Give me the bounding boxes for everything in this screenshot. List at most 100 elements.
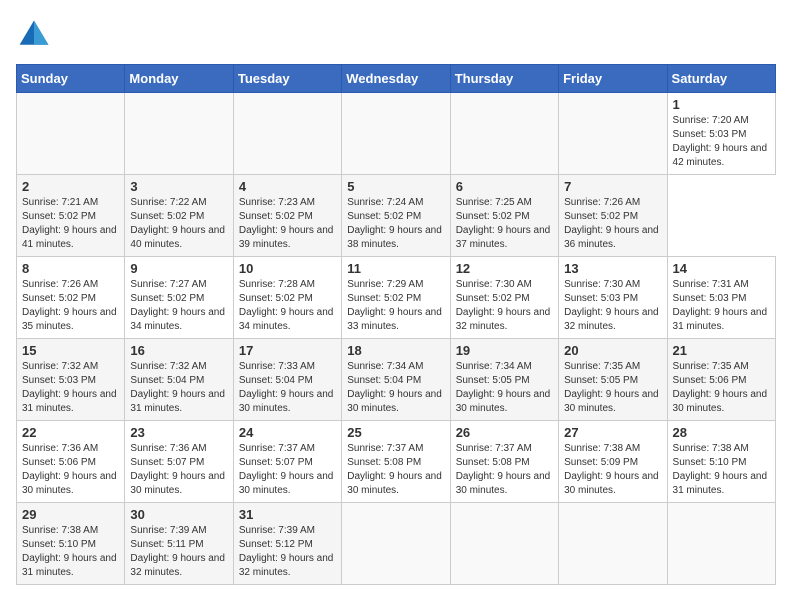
day-number: 29 [22, 507, 119, 522]
calendar-day-cell: 27 Sunrise: 7:38 AM Sunset: 5:09 PM Dayl… [559, 421, 667, 503]
daylight-text: Daylight: 9 hours and 30 minutes. [673, 388, 770, 416]
day-number: 3 [130, 179, 227, 194]
weekday-header-cell: Saturday [667, 65, 775, 93]
calendar-day-cell: 9 Sunrise: 7:27 AM Sunset: 5:02 PM Dayli… [125, 257, 233, 339]
daylight-text: Daylight: 9 hours and 30 minutes. [347, 388, 444, 416]
sunset-text: Sunset: 5:03 PM [22, 374, 119, 388]
day-info: Sunrise: 7:37 AM Sunset: 5:08 PM Dayligh… [347, 442, 444, 498]
sunset-text: Sunset: 5:03 PM [673, 128, 770, 142]
sunrise-text: Sunrise: 7:36 AM [130, 442, 227, 456]
day-number: 24 [239, 425, 336, 440]
calendar-day-cell [233, 93, 341, 175]
calendar-day-cell [17, 93, 125, 175]
calendar-day-cell [450, 503, 558, 585]
daylight-text: Daylight: 9 hours and 32 minutes. [239, 552, 336, 580]
daylight-text: Daylight: 9 hours and 42 minutes. [673, 142, 770, 170]
sunset-text: Sunset: 5:03 PM [673, 292, 770, 306]
sunrise-text: Sunrise: 7:35 AM [673, 360, 770, 374]
weekday-header-cell: Sunday [17, 65, 125, 93]
sunrise-text: Sunrise: 7:38 AM [564, 442, 661, 456]
calendar-day-cell: 29 Sunrise: 7:38 AM Sunset: 5:10 PM Dayl… [17, 503, 125, 585]
day-number: 1 [673, 97, 770, 112]
calendar-day-cell: 3 Sunrise: 7:22 AM Sunset: 5:02 PM Dayli… [125, 175, 233, 257]
sunrise-text: Sunrise: 7:27 AM [130, 278, 227, 292]
calendar-body: 1 Sunrise: 7:20 AM Sunset: 5:03 PM Dayli… [17, 93, 776, 585]
sunset-text: Sunset: 5:08 PM [456, 456, 553, 470]
day-info: Sunrise: 7:26 AM Sunset: 5:02 PM Dayligh… [22, 278, 119, 334]
calendar-day-cell: 18 Sunrise: 7:34 AM Sunset: 5:04 PM Dayl… [342, 339, 450, 421]
sunrise-text: Sunrise: 7:31 AM [673, 278, 770, 292]
sunset-text: Sunset: 5:08 PM [347, 456, 444, 470]
day-number: 18 [347, 343, 444, 358]
day-info: Sunrise: 7:32 AM Sunset: 5:04 PM Dayligh… [130, 360, 227, 416]
day-info: Sunrise: 7:29 AM Sunset: 5:02 PM Dayligh… [347, 278, 444, 334]
calendar-week-row: 29 Sunrise: 7:38 AM Sunset: 5:10 PM Dayl… [17, 503, 776, 585]
calendar-table: SundayMondayTuesdayWednesdayThursdayFrid… [16, 64, 776, 585]
daylight-text: Daylight: 9 hours and 31 minutes. [22, 552, 119, 580]
daylight-text: Daylight: 9 hours and 39 minutes. [239, 224, 336, 252]
day-info: Sunrise: 7:30 AM Sunset: 5:03 PM Dayligh… [564, 278, 661, 334]
calendar-day-cell: 24 Sunrise: 7:37 AM Sunset: 5:07 PM Dayl… [233, 421, 341, 503]
daylight-text: Daylight: 9 hours and 38 minutes. [347, 224, 444, 252]
calendar-day-cell: 25 Sunrise: 7:37 AM Sunset: 5:08 PM Dayl… [342, 421, 450, 503]
daylight-text: Daylight: 9 hours and 30 minutes. [239, 388, 336, 416]
day-number: 16 [130, 343, 227, 358]
sunset-text: Sunset: 5:05 PM [564, 374, 661, 388]
calendar-day-cell: 11 Sunrise: 7:29 AM Sunset: 5:02 PM Dayl… [342, 257, 450, 339]
day-number: 27 [564, 425, 661, 440]
day-info: Sunrise: 7:31 AM Sunset: 5:03 PM Dayligh… [673, 278, 770, 334]
daylight-text: Daylight: 9 hours and 40 minutes. [130, 224, 227, 252]
day-info: Sunrise: 7:32 AM Sunset: 5:03 PM Dayligh… [22, 360, 119, 416]
sunset-text: Sunset: 5:04 PM [130, 374, 227, 388]
sunset-text: Sunset: 5:06 PM [22, 456, 119, 470]
day-number: 5 [347, 179, 444, 194]
day-info: Sunrise: 7:38 AM Sunset: 5:09 PM Dayligh… [564, 442, 661, 498]
calendar-week-row: 1 Sunrise: 7:20 AM Sunset: 5:03 PM Dayli… [17, 93, 776, 175]
sunrise-text: Sunrise: 7:34 AM [347, 360, 444, 374]
sunset-text: Sunset: 5:05 PM [456, 374, 553, 388]
day-number: 8 [22, 261, 119, 276]
calendar-day-cell: 22 Sunrise: 7:36 AM Sunset: 5:06 PM Dayl… [17, 421, 125, 503]
sunset-text: Sunset: 5:09 PM [564, 456, 661, 470]
sunset-text: Sunset: 5:02 PM [22, 210, 119, 224]
calendar-day-cell: 20 Sunrise: 7:35 AM Sunset: 5:05 PM Dayl… [559, 339, 667, 421]
sunrise-text: Sunrise: 7:38 AM [22, 524, 119, 538]
sunset-text: Sunset: 5:07 PM [130, 456, 227, 470]
weekday-header-cell: Friday [559, 65, 667, 93]
page-header [16, 16, 776, 52]
day-number: 13 [564, 261, 661, 276]
day-info: Sunrise: 7:33 AM Sunset: 5:04 PM Dayligh… [239, 360, 336, 416]
calendar-day-cell: 26 Sunrise: 7:37 AM Sunset: 5:08 PM Dayl… [450, 421, 558, 503]
calendar-day-cell: 14 Sunrise: 7:31 AM Sunset: 5:03 PM Dayl… [667, 257, 775, 339]
sunset-text: Sunset: 5:04 PM [347, 374, 444, 388]
daylight-text: Daylight: 9 hours and 31 minutes. [673, 306, 770, 334]
calendar-day-cell [559, 503, 667, 585]
calendar-day-cell [342, 503, 450, 585]
sunrise-text: Sunrise: 7:25 AM [456, 196, 553, 210]
day-number: 26 [456, 425, 553, 440]
day-number: 9 [130, 261, 227, 276]
calendar-day-cell: 4 Sunrise: 7:23 AM Sunset: 5:02 PM Dayli… [233, 175, 341, 257]
calendar-day-cell: 10 Sunrise: 7:28 AM Sunset: 5:02 PM Dayl… [233, 257, 341, 339]
sunrise-text: Sunrise: 7:28 AM [239, 278, 336, 292]
sunrise-text: Sunrise: 7:39 AM [130, 524, 227, 538]
sunrise-text: Sunrise: 7:29 AM [347, 278, 444, 292]
sunrise-text: Sunrise: 7:32 AM [130, 360, 227, 374]
day-info: Sunrise: 7:36 AM Sunset: 5:07 PM Dayligh… [130, 442, 227, 498]
sunrise-text: Sunrise: 7:22 AM [130, 196, 227, 210]
sunset-text: Sunset: 5:03 PM [564, 292, 661, 306]
daylight-text: Daylight: 9 hours and 30 minutes. [456, 470, 553, 498]
logo-icon [16, 16, 52, 52]
day-number: 28 [673, 425, 770, 440]
logo [16, 16, 56, 52]
calendar-day-cell: 5 Sunrise: 7:24 AM Sunset: 5:02 PM Dayli… [342, 175, 450, 257]
day-info: Sunrise: 7:37 AM Sunset: 5:08 PM Dayligh… [456, 442, 553, 498]
sunset-text: Sunset: 5:11 PM [130, 538, 227, 552]
sunset-text: Sunset: 5:02 PM [347, 210, 444, 224]
day-number: 21 [673, 343, 770, 358]
calendar-day-cell: 19 Sunrise: 7:34 AM Sunset: 5:05 PM Dayl… [450, 339, 558, 421]
sunset-text: Sunset: 5:04 PM [239, 374, 336, 388]
day-number: 6 [456, 179, 553, 194]
calendar-day-cell: 21 Sunrise: 7:35 AM Sunset: 5:06 PM Dayl… [667, 339, 775, 421]
day-info: Sunrise: 7:24 AM Sunset: 5:02 PM Dayligh… [347, 196, 444, 252]
